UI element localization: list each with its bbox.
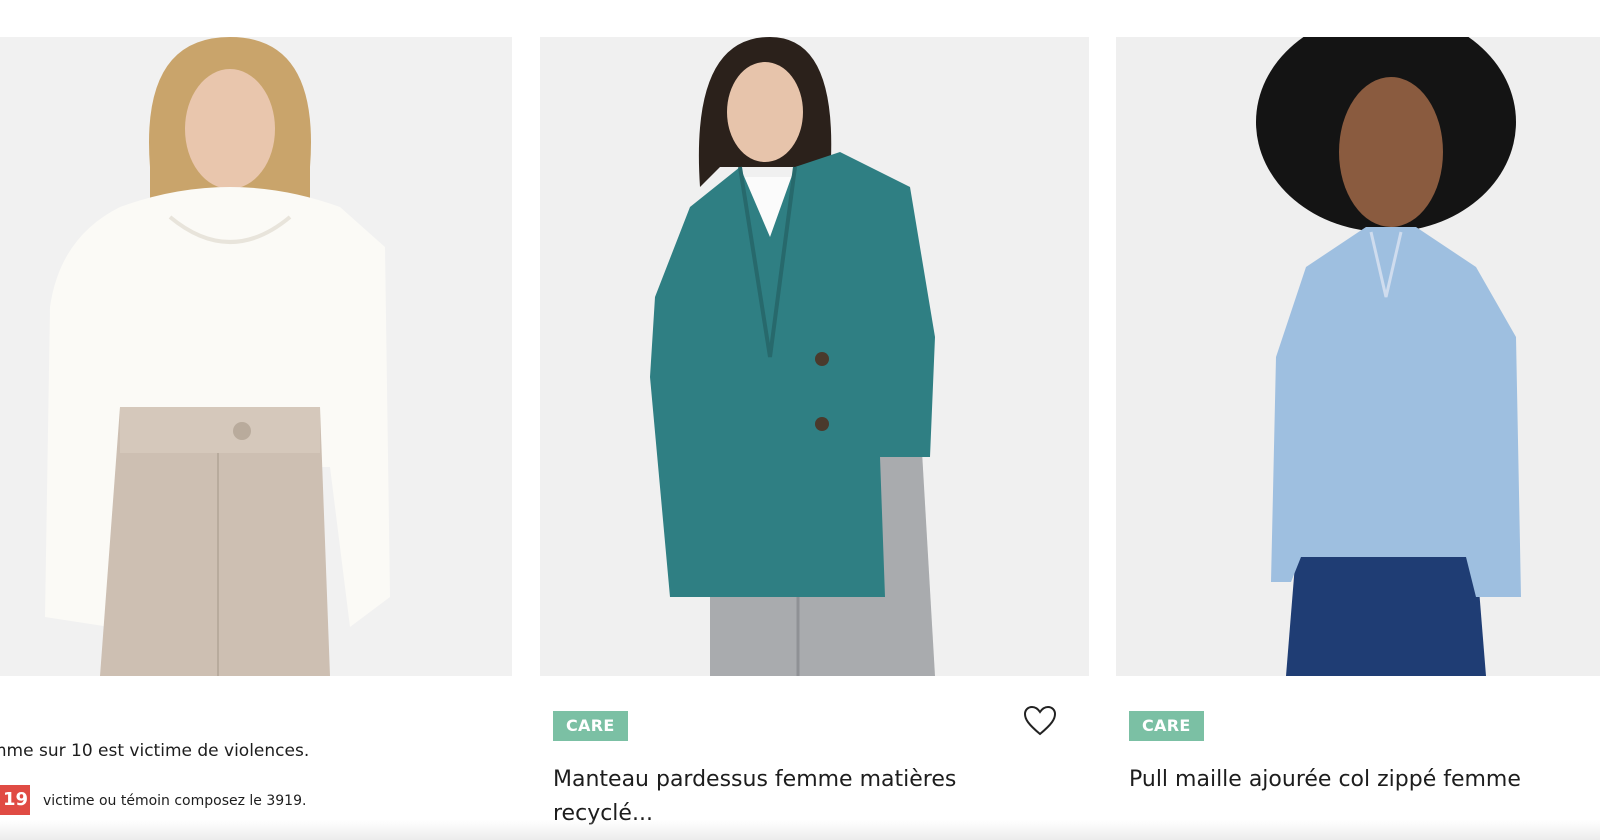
product-card-sweater[interactable]: CARE Pull maille ajourée col zippé femme bbox=[1116, 37, 1600, 792]
product-image-coat[interactable] bbox=[540, 37, 1089, 676]
product-image-blue-sweater[interactable] bbox=[1116, 37, 1600, 676]
campaign-message: mme sur 10 est victime de violences. bbox=[0, 741, 310, 761]
care-badge: CARE bbox=[1129, 711, 1204, 741]
blue-sweater-photo bbox=[1116, 37, 1600, 676]
wishlist-heart-icon[interactable] bbox=[1023, 705, 1057, 737]
care-badge: CARE bbox=[553, 711, 628, 741]
bottom-fade bbox=[0, 820, 1600, 840]
product-card-coat[interactable]: CARE Manteau pardessus femme matières re… bbox=[540, 37, 1089, 826]
campaign-number-badge: 19 bbox=[0, 785, 30, 815]
product-title[interactable]: Pull maille ajourée col zippé femme bbox=[1129, 763, 1586, 797]
product-image-white-sweater[interactable] bbox=[0, 37, 512, 676]
campaign-helpline-text: victime ou témoin composez le 3919. bbox=[43, 793, 307, 809]
teal-coat-photo bbox=[540, 37, 1089, 676]
white-sweater-photo bbox=[0, 37, 512, 676]
product-card-campaign[interactable]: mme sur 10 est victime de violences. 19 … bbox=[0, 37, 512, 815]
